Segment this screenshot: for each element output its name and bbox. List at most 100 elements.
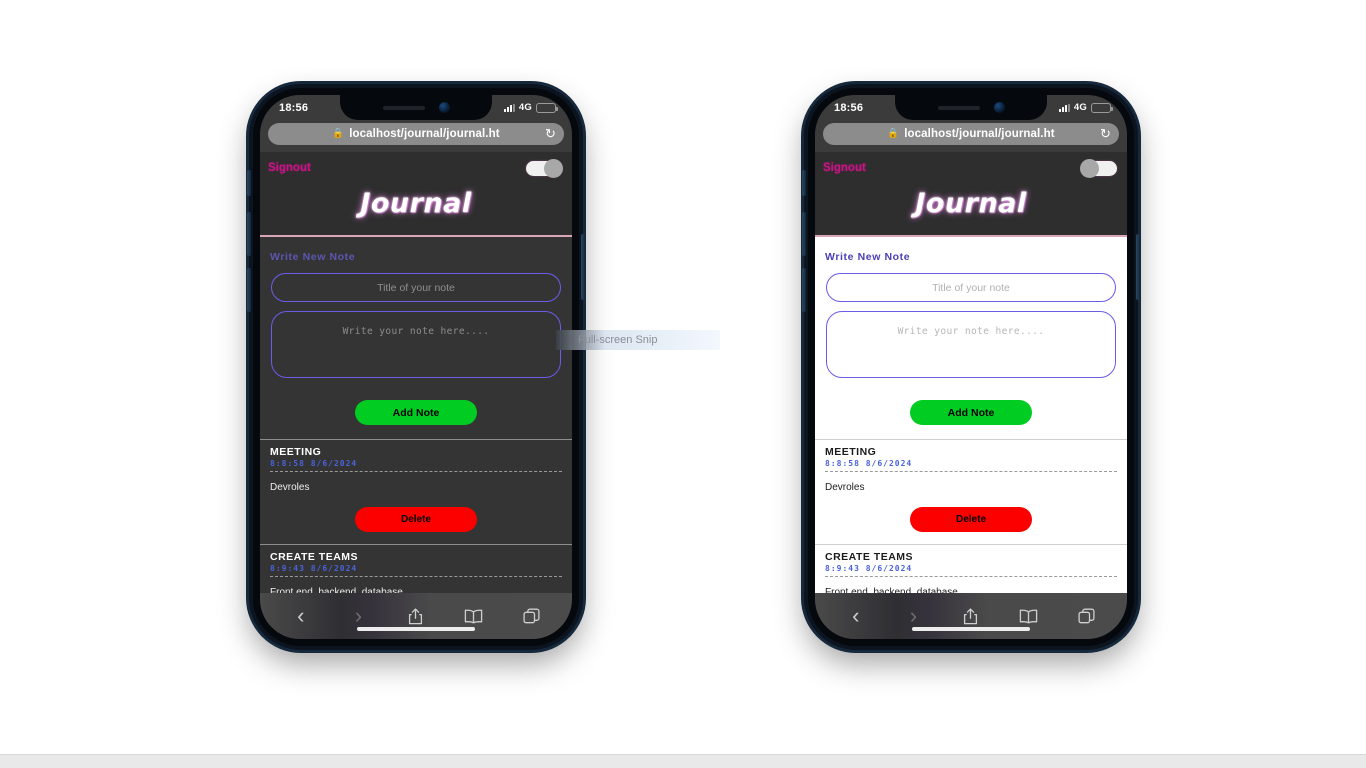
lock-icon: 🔒 (332, 128, 345, 140)
url-text: localhost/journal/journal.ht (349, 128, 500, 140)
note-form (815, 263, 1127, 383)
safari-url-bar-container: 🔒 localhost/journal/journal.ht ↻ (260, 120, 572, 152)
phone-screen: 18:56 4G 🔒 localhost/journal/journal.ht … (815, 95, 1127, 639)
status-time: 18:56 (834, 101, 864, 114)
snip-tooltip: Full-screen Snip (556, 330, 720, 350)
journal-app: Signout Journal Write New Note Title of … (815, 152, 1127, 639)
reload-icon[interactable]: ↻ (545, 126, 556, 142)
page-bottom-strip (0, 754, 1366, 768)
note-item: CREATE TEAMS 8:9:43 8/6/2024 Front end, … (260, 545, 572, 593)
status-time: 18:56 (279, 101, 309, 114)
note-title: MEETING (825, 446, 877, 458)
note-timestamp: 8:9:43 8/6/2024 (270, 564, 358, 573)
battery-icon (1091, 102, 1113, 113)
note-body: Devroles (270, 482, 310, 493)
note-timestamp: 8:8:58 8/6/2024 (825, 459, 913, 468)
notch (340, 95, 492, 120)
address-bar[interactable]: 🔒 localhost/journal/journal.ht ↻ (268, 123, 564, 145)
phone-light-mode: 18:56 4G 🔒 localhost/journal/journal.ht … (802, 84, 1140, 650)
note-item: MEETING 8:8:58 8/6/2024 Devroles (815, 440, 1127, 493)
front-camera-icon (438, 102, 450, 113)
volume-up-button[interactable] (247, 212, 251, 256)
note-form (260, 263, 572, 383)
theme-toggle-knob (1080, 158, 1099, 178)
delete-row: Delete (815, 493, 1127, 544)
note-title: CREATE TEAMS (270, 551, 359, 563)
note-title-input[interactable] (826, 273, 1116, 302)
silent-switch[interactable] (247, 170, 251, 196)
page-title: Journal (360, 188, 472, 219)
note-title: MEETING (270, 446, 322, 458)
phone-screen: 18:56 4G 🔒 localhost/journal/journal.ht … (260, 95, 572, 639)
note-body: Front end, backend, database (825, 587, 958, 593)
signal-bars-icon (1058, 103, 1070, 112)
delete-row: Delete (260, 493, 572, 544)
book-icon[interactable] (1016, 603, 1042, 629)
write-new-note-heading: Write New Note (825, 251, 911, 263)
note-body-textarea[interactable] (826, 311, 1116, 378)
tabs-icon[interactable] (1073, 603, 1099, 629)
notch (895, 95, 1047, 120)
signout-link[interactable]: Signout (823, 162, 866, 174)
front-camera-icon (993, 102, 1005, 113)
book-icon[interactable] (461, 603, 487, 629)
reload-icon[interactable]: ↻ (1100, 126, 1111, 142)
safari-bottom-toolbar: ‹ › (815, 593, 1127, 639)
delete-note-button[interactable]: Delete (355, 507, 477, 532)
theme-toggle-knob (544, 158, 563, 178)
add-note-button[interactable]: Add Note (910, 400, 1032, 425)
signout-row: Signout (815, 156, 1127, 178)
note-item: CREATE TEAMS 8:9:43 8/6/2024 Front end, … (815, 545, 1127, 593)
note-timestamp: 8:8:58 8/6/2024 (270, 459, 358, 468)
note-timestamp: 8:9:43 8/6/2024 (825, 564, 913, 573)
theme-toggle[interactable] (526, 158, 563, 178)
note-body: Front end, backend, database (270, 587, 403, 593)
network-label: 4G (1073, 102, 1087, 113)
app-header: Signout Journal (815, 152, 1127, 237)
address-bar[interactable]: 🔒 localhost/journal/journal.ht ↻ (823, 123, 1119, 145)
silent-switch[interactable] (802, 170, 806, 196)
screenshot-canvas: 18:56 4G 🔒 localhost/journal/journal.ht … (0, 0, 1366, 768)
safari-url-bar-container: 🔒 localhost/journal/journal.ht ↻ (815, 120, 1127, 152)
power-button[interactable] (581, 234, 585, 300)
note-title-input[interactable] (271, 273, 561, 302)
share-icon[interactable] (958, 603, 984, 629)
share-icon[interactable] (403, 603, 429, 629)
lock-icon: 🔒 (887, 128, 900, 140)
signout-row: Signout (260, 156, 572, 178)
signout-link[interactable]: Signout (268, 162, 311, 174)
app-header: Signout Journal (260, 152, 572, 237)
power-button[interactable] (1136, 234, 1140, 300)
volume-down-button[interactable] (802, 268, 806, 312)
chevron-left-icon[interactable]: ‹ (288, 603, 314, 629)
page-title: Journal (915, 188, 1027, 219)
tabs-icon[interactable] (518, 603, 544, 629)
chevron-right-icon: › (354, 603, 363, 628)
delete-note-button[interactable]: Delete (910, 507, 1032, 532)
note-title: CREATE TEAMS (825, 551, 914, 563)
home-indicator (357, 627, 475, 631)
app-body: Write New Note Add Note MEETING 8:8:58 8… (260, 237, 572, 593)
url-text: localhost/journal/journal.ht (904, 128, 1055, 140)
earpiece-speaker (937, 105, 980, 110)
theme-toggle[interactable] (1080, 158, 1117, 178)
chevron-right-icon: › (909, 603, 918, 628)
note-item: MEETING 8:8:58 8/6/2024 Devroles (260, 440, 572, 493)
phone-dark-mode: 18:56 4G 🔒 localhost/journal/journal.ht … (247, 84, 585, 650)
app-body: Write New Note Add Note MEETING 8:8:58 8… (815, 237, 1127, 593)
add-note-row: Add Note (260, 383, 572, 439)
network-label: 4G (518, 102, 532, 113)
signal-bars-icon (503, 103, 515, 112)
chevron-left-icon[interactable]: ‹ (843, 603, 869, 629)
note-body: Devroles (825, 482, 865, 493)
add-note-button[interactable]: Add Note (355, 400, 477, 425)
write-new-note-heading: Write New Note (270, 251, 356, 263)
volume-down-button[interactable] (247, 268, 251, 312)
battery-icon (536, 102, 558, 113)
safari-bottom-toolbar: ‹ › (260, 593, 572, 639)
home-indicator (912, 627, 1030, 631)
note-body-textarea[interactable] (271, 311, 561, 378)
volume-up-button[interactable] (802, 212, 806, 256)
earpiece-speaker (382, 105, 425, 110)
journal-app: Signout Journal Write New Note Title of … (260, 152, 572, 639)
